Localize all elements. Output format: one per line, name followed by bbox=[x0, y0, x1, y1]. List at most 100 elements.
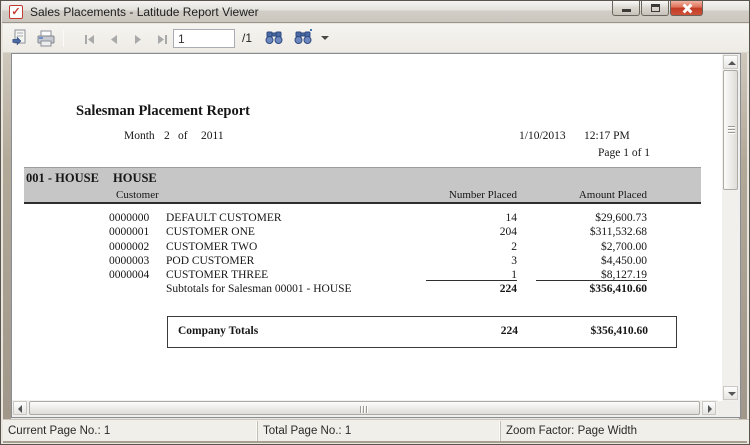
company-totals-number: 224 bbox=[418, 325, 518, 337]
title-bar: ✓ Sales Placements - Latitude Report Vie… bbox=[2, 1, 750, 23]
export-button[interactable] bbox=[9, 27, 31, 49]
last-page-icon bbox=[156, 35, 168, 44]
subtotal-rule-amount bbox=[536, 280, 647, 281]
subtotal-number: 224 bbox=[417, 283, 517, 295]
company-totals-label: Company Totals bbox=[178, 325, 258, 337]
column-header-customer: Customer bbox=[116, 189, 159, 201]
print-icon bbox=[36, 28, 56, 48]
scroll-right-icon bbox=[708, 405, 712, 413]
number-placed: 2 bbox=[417, 241, 517, 253]
thumb-grip bbox=[728, 126, 735, 127]
customer-name: CUSTOMER ONE bbox=[166, 226, 255, 238]
previous-page-icon bbox=[110, 35, 118, 44]
zoom-icon bbox=[294, 28, 314, 48]
page-number-input[interactable] bbox=[173, 29, 235, 48]
window-title: Sales Placements - Latitude Report Viewe… bbox=[30, 1, 259, 23]
report-page: Salesman Placement Report Month 2 of 201… bbox=[12, 54, 722, 401]
table-row: 0000002 CUSTOMER TWO 2 $2,700.00 bbox=[12, 241, 722, 255]
amount-placed: $311,532.68 bbox=[517, 226, 647, 238]
toolbar: /1 bbox=[3, 24, 749, 53]
find-button[interactable] bbox=[263, 27, 285, 49]
first-page-button[interactable] bbox=[78, 27, 100, 49]
vertical-scroll-thumb[interactable] bbox=[723, 70, 738, 190]
thumb-grip bbox=[728, 129, 735, 130]
subtotal-label: Subtotals for Salesman 00001 - HOUSE bbox=[166, 283, 352, 295]
first-page-icon bbox=[84, 35, 96, 44]
thumb-grip bbox=[363, 406, 364, 413]
scroll-left-icon bbox=[18, 405, 22, 413]
subtotal-rule-number bbox=[426, 280, 517, 281]
find-icon bbox=[264, 28, 284, 48]
scroll-left-button[interactable] bbox=[13, 401, 27, 415]
number-placed: 204 bbox=[417, 226, 517, 238]
amount-placed: $4,450.00 bbox=[517, 255, 647, 267]
maximize-icon bbox=[651, 4, 660, 12]
thumb-grip bbox=[366, 406, 367, 413]
status-current-page: Current Page No.: 1 bbox=[3, 421, 258, 441]
vertical-scrollbar[interactable] bbox=[722, 54, 739, 401]
company-totals-box: Company Totals 224 $356,410.60 bbox=[167, 316, 677, 348]
app-icon: ✓ bbox=[9, 5, 23, 19]
minimize-icon bbox=[622, 9, 631, 12]
report-title: Salesman Placement Report bbox=[76, 103, 250, 120]
amount-placed: $29,600.73 bbox=[517, 212, 647, 224]
report-date: 1/10/2013 bbox=[519, 130, 566, 142]
customer-id: 0000001 bbox=[109, 226, 149, 238]
table-row: 0000001 CUSTOMER ONE 204 $311,532.68 bbox=[12, 226, 722, 240]
report-viewer-window: ✓ Sales Placements - Latitude Report Vie… bbox=[0, 0, 750, 445]
scroll-up-icon bbox=[728, 61, 736, 65]
horizontal-scrollbar[interactable] bbox=[12, 400, 718, 416]
status-zoom-factor: Zoom Factor: Page Width bbox=[501, 421, 749, 441]
group-header-band: 001 - HOUSE HOUSE Customer Number Placed… bbox=[24, 167, 701, 204]
last-page-button[interactable] bbox=[150, 27, 172, 49]
window-frame-left bbox=[3, 53, 11, 419]
month-label: Month bbox=[124, 130, 155, 142]
toolbar-separator bbox=[63, 30, 64, 47]
customer-id: 0000002 bbox=[109, 241, 149, 253]
page-number-label: Page 1 of 1 bbox=[598, 147, 650, 159]
customer-name: POD CUSTOMER bbox=[166, 255, 254, 267]
number-placed: 14 bbox=[417, 212, 517, 224]
customer-id: 0000000 bbox=[109, 212, 149, 224]
salesman-name: HOUSE bbox=[113, 171, 157, 186]
salesman-code: 001 - HOUSE bbox=[26, 171, 99, 186]
next-page-icon bbox=[134, 35, 142, 44]
table-row: 0000000 DEFAULT CUSTOMER 14 $29,600.73 bbox=[12, 212, 722, 226]
status-total-page: Total Page No.: 1 bbox=[258, 421, 501, 441]
page-total-label: /1 bbox=[242, 27, 252, 49]
customer-name: DEFAULT CUSTOMER bbox=[166, 212, 282, 224]
customer-id: 0000004 bbox=[109, 269, 149, 281]
scroll-up-button[interactable] bbox=[723, 55, 738, 69]
zoom-button[interactable] bbox=[293, 27, 315, 49]
thumb-grip bbox=[360, 406, 361, 413]
status-bar: Current Page No.: 1 Total Page No.: 1 Zo… bbox=[3, 419, 749, 441]
number-placed: 3 bbox=[417, 255, 517, 267]
export-icon bbox=[10, 28, 30, 48]
scroll-right-button[interactable] bbox=[702, 401, 716, 415]
close-icon bbox=[681, 3, 692, 14]
of-label: of bbox=[178, 130, 188, 142]
horizontal-scroll-thumb[interactable] bbox=[29, 401, 700, 415]
amount-placed: $2,700.00 bbox=[517, 241, 647, 253]
minimize-button[interactable] bbox=[612, 1, 640, 16]
scroll-down-button[interactable] bbox=[723, 386, 738, 400]
month-value: 2 bbox=[164, 130, 170, 142]
subtotal-row: Subtotals for Salesman 00001 - HOUSE 224… bbox=[12, 283, 722, 297]
scroll-down-icon bbox=[728, 392, 736, 396]
close-button[interactable] bbox=[670, 1, 703, 16]
company-totals-amount: $356,410.60 bbox=[518, 325, 648, 337]
customer-id: 0000003 bbox=[109, 255, 149, 267]
print-button[interactable] bbox=[35, 27, 57, 49]
column-header-amount-placed: Amount Placed bbox=[519, 189, 647, 201]
year-value: 2011 bbox=[201, 130, 224, 142]
subtotal-amount: $356,410.60 bbox=[517, 283, 647, 295]
previous-page-button[interactable] bbox=[102, 27, 124, 49]
zoom-dropdown-arrow-icon[interactable] bbox=[321, 36, 329, 40]
customer-name: CUSTOMER TWO bbox=[166, 241, 257, 253]
report-time: 12:17 PM bbox=[584, 130, 630, 142]
customer-name: CUSTOMER THREE bbox=[166, 269, 268, 281]
report-viewer-area: Salesman Placement Report Month 2 of 201… bbox=[11, 53, 741, 418]
next-page-button[interactable] bbox=[126, 27, 148, 49]
column-header-number-placed: Number Placed bbox=[417, 189, 517, 201]
maximize-button[interactable] bbox=[641, 1, 669, 16]
